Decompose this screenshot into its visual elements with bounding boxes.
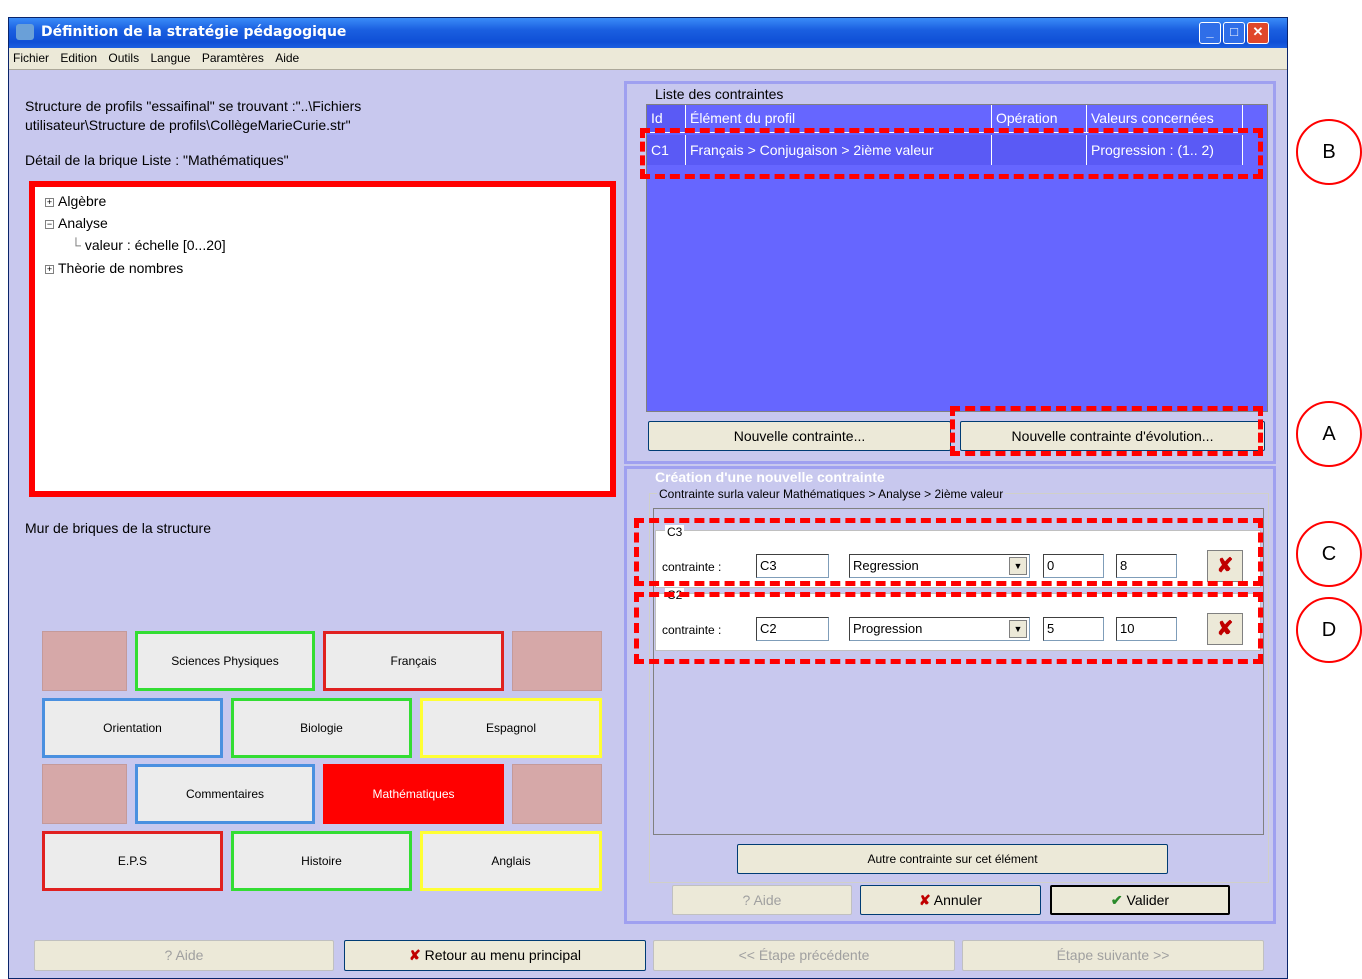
close-button[interactable]: ✕	[1247, 22, 1269, 44]
brick-empty	[42, 764, 127, 824]
brick-orientation[interactable]: Orientation	[42, 698, 223, 758]
window-title: Définition de la stratégie pédagogique	[41, 24, 347, 40]
help-button[interactable]: ? Aide	[34, 940, 334, 971]
question-icon: ?	[742, 892, 751, 908]
next-step-button[interactable]: Étape suivante >>	[962, 940, 1264, 971]
structure-path-line1: Structure de profils "essaifinal" se tro…	[25, 98, 362, 114]
brick-eps[interactable]: E.P.S	[42, 831, 223, 891]
creation-title: Création d'une nouvelle contrainte	[655, 469, 885, 485]
new-constraint-button[interactable]: Nouvelle contrainte...	[648, 421, 951, 451]
close-icon: ✘	[408, 947, 421, 963]
tree-connector-icon: └	[71, 237, 81, 253]
previous-step-button[interactable]: << Étape précédente	[653, 940, 955, 971]
menu-parametres[interactable]: Paramtères	[198, 48, 268, 65]
annotation-box-c	[634, 518, 1263, 586]
brick-empty	[512, 764, 602, 824]
minimize-button[interactable]: _	[1199, 22, 1221, 44]
other-constraint-button[interactable]: Autre contrainte sur cet élément	[737, 844, 1168, 874]
annotation-box-a	[950, 406, 1263, 456]
back-to-main-menu-button[interactable]: ✘ Retour au menu principal	[344, 940, 646, 971]
validate-button[interactable]: ✔ Valider	[1050, 885, 1230, 915]
app-icon	[16, 24, 34, 40]
annotation-label-a: A	[1296, 401, 1362, 467]
menu-aide[interactable]: Aide	[271, 48, 303, 65]
brick-biologie[interactable]: Biologie	[231, 698, 412, 758]
expand-icon[interactable]: +	[45, 264, 54, 274]
help-button-creation[interactable]: ? Aide	[672, 885, 852, 915]
menu-fichier[interactable]: Fichier	[9, 48, 53, 65]
close-icon: ✘	[918, 892, 931, 908]
constraint-group-label: Contrainte surla valeur Mathématiques > …	[657, 487, 1006, 501]
menu-bar: Fichier Edition Outils Langue Paramtères…	[9, 48, 1287, 70]
annotation-box-d	[634, 592, 1263, 664]
brick-anglais[interactable]: Anglais	[420, 831, 602, 891]
brick-empty	[512, 631, 602, 691]
structure-path-line2: utilisateur\Structure de profils\Collège…	[25, 117, 351, 133]
tree-item[interactable]: + Thèorie de nombres	[45, 260, 183, 276]
constraints-list-title: Liste des contraintes	[655, 86, 784, 102]
annotation-label-c: C	[1296, 521, 1362, 587]
brick-empty	[42, 631, 127, 691]
brick-francais[interactable]: Français	[323, 631, 504, 691]
annotation-label-b: B	[1296, 119, 1362, 185]
brick-commentaires[interactable]: Commentaires	[135, 764, 315, 824]
check-icon: ✔	[1110, 892, 1123, 908]
tree-view[interactable]: + Algèbre − Analyse └ valeur : échelle [0.…	[29, 181, 616, 497]
annotation-label-d: D	[1296, 597, 1362, 663]
menu-outils[interactable]: Outils	[104, 48, 143, 65]
wall-label: Mur de briques de la structure	[25, 520, 211, 536]
brick-histoire[interactable]: Histoire	[231, 831, 412, 891]
brick-espagnol[interactable]: Espagnol	[420, 698, 602, 758]
collapse-icon[interactable]: −	[45, 219, 54, 229]
tree-item[interactable]: └ valeur : échelle [0...20]	[71, 237, 226, 253]
tree-item[interactable]: − Analyse	[45, 215, 108, 231]
tree-item[interactable]: + Algèbre	[45, 193, 106, 209]
question-icon: ?	[164, 947, 173, 963]
menu-langue[interactable]: Langue	[146, 48, 194, 65]
maximize-button[interactable]: □	[1223, 22, 1245, 44]
expand-icon[interactable]: +	[45, 197, 54, 207]
detail-label: Détail de la brique Liste : "Mathématiqu…	[25, 152, 289, 168]
brick-mathematiques[interactable]: Mathématiques	[323, 764, 504, 824]
annotation-box-b	[640, 128, 1263, 179]
title-bar: Définition de la stratégie pédagogique _…	[9, 18, 1287, 48]
bottom-navigation: ? Aide ✘ Retour au menu principal << Éta…	[9, 928, 1287, 971]
cancel-button[interactable]: ✘ Annuler	[860, 885, 1041, 915]
brick-sciences-physiques[interactable]: Sciences Physiques	[135, 631, 315, 691]
menu-edition[interactable]: Edition	[56, 48, 101, 65]
